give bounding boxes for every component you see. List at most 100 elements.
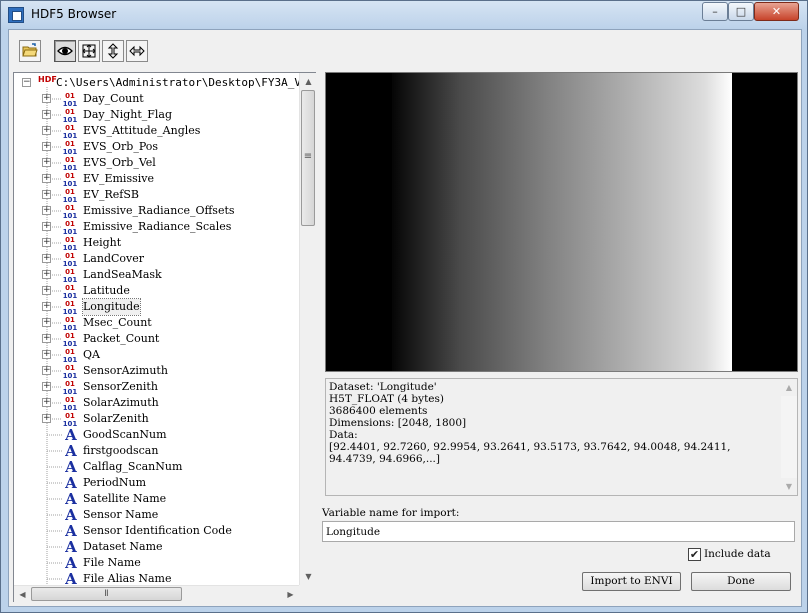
svg-text:101: 101 — [63, 196, 78, 203]
open-folder-icon — [22, 43, 38, 57]
tree-item-label: Calflag_ScanNum — [83, 460, 183, 473]
expand-node-icon[interactable]: + — [42, 110, 51, 119]
tree-dataset-item[interactable]: +01 101 QA — [14, 347, 299, 364]
tree-item-label: Longitude — [82, 298, 141, 316]
scroll-left-icon[interactable]: ◀ — [14, 586, 31, 603]
preview-toggle-button[interactable] — [54, 40, 76, 62]
tree-vertical-scrollbar[interactable]: ▲ ≡ ▼ — [299, 73, 317, 585]
tree-dataset-item[interactable]: +01 101 EV_Emissive — [14, 171, 299, 188]
file-tree[interactable]: − HDF C:\Users\Administrator\Desktop\FY3… — [14, 73, 299, 585]
tree-dataset-item[interactable]: +01 101 LandSeaMask — [14, 267, 299, 284]
tree-dataset-item[interactable]: +01 101 SolarAzimuth — [14, 395, 299, 412]
svg-text:101: 101 — [63, 100, 78, 107]
expand-node-icon[interactable]: + — [42, 382, 51, 391]
tree-item-label: Sensor Identification Code — [83, 524, 232, 537]
flip-vertical-icon — [107, 43, 119, 59]
expand-node-icon[interactable]: + — [42, 126, 51, 135]
svg-text:01: 01 — [65, 348, 75, 356]
svg-text:01: 01 — [65, 188, 75, 196]
expand-node-icon[interactable]: + — [42, 334, 51, 343]
expand-node-icon[interactable]: + — [42, 174, 51, 183]
tree-dataset-item[interactable]: +01 101 EVS_Orb_Pos — [14, 139, 299, 156]
horizontal-scroll-thumb[interactable]: Ⅱ — [31, 587, 182, 601]
expand-node-icon[interactable]: + — [42, 398, 51, 407]
tree-dataset-item[interactable]: +01 101 Latitude — [14, 283, 299, 300]
tree-dataset-item[interactable]: +01 101 Height — [14, 235, 299, 252]
fit-to-window-button[interactable] — [78, 40, 100, 62]
variable-name-input[interactable]: Longitude — [322, 521, 795, 542]
open-file-button[interactable] — [19, 40, 41, 62]
expand-node-icon[interactable]: + — [42, 158, 51, 167]
info-vertical-scrollbar[interactable]: ▲ ▼ — [781, 379, 797, 495]
tree-attribute-item[interactable]: A File Name — [14, 555, 299, 571]
scroll-right-icon[interactable]: ▶ — [282, 586, 299, 603]
tree-attribute-item[interactable]: A Satellite Name — [14, 491, 299, 507]
tree-dataset-item[interactable]: +01 101 EVS_Attitude_Angles — [14, 123, 299, 140]
collapse-root-icon[interactable]: − — [22, 78, 31, 87]
info-scroll-up-icon[interactable]: ▲ — [781, 379, 797, 396]
info-scroll-down-icon[interactable]: ▼ — [781, 478, 797, 495]
svg-text:101: 101 — [63, 372, 78, 379]
flip-horizontal-button[interactable] — [126, 40, 148, 62]
dataset-icon: 01 101 — [62, 411, 78, 428]
tree-dataset-item[interactable]: +01 101 SensorAzimuth — [14, 363, 299, 380]
scroll-down-icon[interactable]: ▼ — [300, 568, 317, 585]
minimize-button[interactable]: – — [702, 2, 728, 21]
tree-dataset-item[interactable]: +01 101 Packet_Count — [14, 331, 299, 348]
expand-node-icon[interactable]: + — [42, 94, 51, 103]
tree-dataset-item[interactable]: +01 101 Emissive_Radiance_Offsets — [14, 203, 299, 220]
svg-text:101: 101 — [63, 148, 78, 155]
tree-dataset-item[interactable]: +01 101 Emissive_Radiance_Scales — [14, 219, 299, 236]
tree-dataset-item[interactable]: +01 101 SolarZenith — [14, 411, 299, 428]
tree-attribute-item[interactable]: A File Alias Name — [14, 571, 299, 585]
expand-node-icon[interactable]: + — [42, 302, 51, 311]
tree-attribute-item[interactable]: Afirstgoodscan — [14, 443, 299, 459]
tree-horizontal-scrollbar[interactable]: ◀ Ⅱ ▶ — [14, 585, 299, 603]
tree-item-label: Dataset Name — [83, 540, 163, 553]
tree-dataset-item[interactable]: +01 101 EV_RefSB — [14, 187, 299, 204]
client-area: − HDF C:\Users\Administrator\Desktop\FY3… — [8, 29, 802, 607]
tree-attribute-item[interactable]: A PeriodNum — [14, 475, 299, 491]
tree-dataset-item[interactable]: +01 101 Longitude — [14, 298, 299, 316]
dataset-info-text: Dataset: 'Longitude' H5T_FLOAT (4 bytes)… — [329, 381, 731, 465]
expand-node-icon[interactable]: + — [42, 270, 51, 279]
tree-attribute-item[interactable]: A Calflag_ScanNum — [14, 459, 299, 475]
tree-dataset-item[interactable]: +01 101 Msec_Count — [14, 315, 299, 332]
tree-attribute-item[interactable]: A Sensor Identification Code — [14, 523, 299, 539]
tree-attribute-item[interactable]: A Sensor Name — [14, 507, 299, 523]
vertical-scroll-thumb[interactable]: ≡ — [301, 90, 315, 226]
tree-dataset-item[interactable]: +01 101 LandCover — [14, 251, 299, 268]
tree-attribute-item[interactable]: A GoodScanNum — [14, 427, 299, 443]
tree-dataset-item[interactable]: +01 101 EVS_Orb_Vel — [14, 155, 299, 172]
tree-attribute-item[interactable]: A Dataset Name — [14, 539, 299, 555]
expand-node-icon[interactable]: + — [42, 206, 51, 215]
tree-dataset-item[interactable]: +01 101 SensorZenith — [14, 379, 299, 396]
expand-node-icon[interactable]: + — [42, 350, 51, 359]
tree-item-label: File Alias Name — [83, 572, 172, 585]
tree-item-label: Packet_Count — [83, 332, 160, 345]
expand-node-icon[interactable]: + — [42, 318, 51, 327]
expand-node-icon[interactable]: + — [42, 286, 51, 295]
tree-dataset-item[interactable]: +01 101 Day_Count — [14, 91, 299, 108]
expand-node-icon[interactable]: + — [42, 190, 51, 199]
done-button[interactable]: Done — [691, 572, 791, 591]
title-bar[interactable]: HDF5 Browser – □ ✕ — [1, 1, 807, 29]
expand-node-icon[interactable]: + — [42, 414, 51, 423]
flip-vertical-button[interactable] — [102, 40, 124, 62]
svg-text:01: 01 — [65, 380, 75, 388]
expand-node-icon[interactable]: + — [42, 222, 51, 231]
svg-text:01: 01 — [65, 220, 75, 228]
longitude-gradient — [392, 73, 732, 371]
dataset-icon: 01 101 — [62, 219, 78, 236]
expand-node-icon[interactable]: + — [42, 366, 51, 375]
maximize-button[interactable]: □ — [728, 2, 754, 21]
close-button[interactable]: ✕ — [754, 2, 799, 21]
expand-node-icon[interactable]: + — [42, 238, 51, 247]
import-to-envi-button[interactable]: Import to ENVI — [582, 572, 681, 591]
tree-dataset-item[interactable]: +01 101 Day_Night_Flag — [14, 107, 299, 124]
include-data-checkbox[interactable]: ✔ — [688, 548, 701, 561]
variable-name-label: Variable name for import: — [322, 507, 460, 519]
scroll-up-icon[interactable]: ▲ — [300, 73, 317, 90]
expand-node-icon[interactable]: + — [42, 254, 51, 263]
expand-node-icon[interactable]: + — [42, 142, 51, 151]
